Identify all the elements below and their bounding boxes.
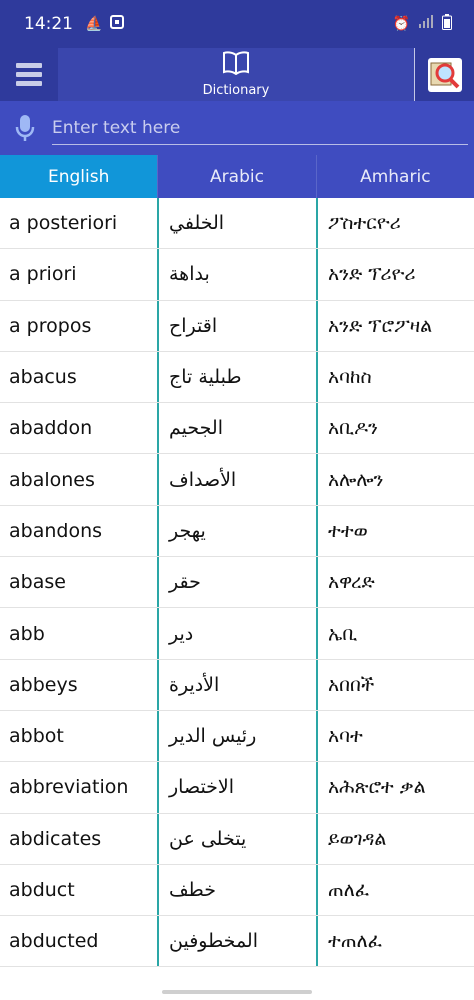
amharic-word: ፖስተርዮሪ xyxy=(316,198,474,249)
arabic-word: طبلية تاج xyxy=(157,351,316,403)
word-row[interactable]: abbot رئيس الدير አባተ xyxy=(0,710,474,763)
english-word: abduct xyxy=(9,879,75,901)
amharic-word: አሕጽሮተ ቃል xyxy=(316,762,474,813)
english-word: abalones xyxy=(9,468,95,491)
word-row[interactable]: a propos اقتراح አንድ ፕሮፖዛል xyxy=(0,300,474,352)
word-row[interactable]: a posteriori الخلفي ፖስተርዮሪ xyxy=(0,198,474,250)
amharic-word: አቢዶን xyxy=(316,403,474,454)
magnifier-book-icon xyxy=(427,57,462,92)
alarm-icon: ⏰ xyxy=(392,16,410,32)
search-row xyxy=(0,101,474,155)
tab-arabic[interactable]: Arabic xyxy=(157,155,315,198)
amharic-word: አንድ ፕሪዮሪ xyxy=(316,249,474,300)
amharic-word: ጠለፈ xyxy=(316,864,474,916)
english-word: abducted xyxy=(9,930,99,953)
arabic-word: حقر xyxy=(157,557,316,608)
battery-icon xyxy=(442,14,452,34)
english-word: a posteriori xyxy=(9,212,118,235)
amharic-word: አንድ ፕሮፖዛል xyxy=(316,300,474,351)
language-tabs: English Arabic Amharic xyxy=(0,155,474,198)
microphone-icon xyxy=(15,115,35,141)
amharic-word: ተጠለፈ xyxy=(316,916,474,967)
lookup-button[interactable] xyxy=(414,48,474,101)
arabic-word: الأصداف xyxy=(157,454,316,505)
english-word: abbreviation xyxy=(9,776,129,799)
arabic-word: الجحيم xyxy=(157,403,316,454)
word-row[interactable]: abaddon الجحيم አቢዶን xyxy=(0,403,474,455)
word-row[interactable]: abbeys الأديرة አበበች xyxy=(0,659,474,711)
word-row[interactable]: abdicates يتخلى عن ይወገዳል xyxy=(0,813,474,865)
word-row[interactable]: abase حقر አዋረድ xyxy=(0,557,474,609)
amharic-word: አበበች xyxy=(316,659,474,710)
word-list[interactable]: a posteriori الخلفي ፖስተርዮሪ a priori بداه… xyxy=(0,198,474,983)
status-bar: 14:21 ⛵ ⏰ xyxy=(0,0,474,48)
search-input[interactable] xyxy=(52,111,468,145)
dictionary-tab[interactable]: Dictionary xyxy=(58,48,414,101)
word-row[interactable]: abalones الأصداف አሎሎን xyxy=(0,454,474,506)
book-icon xyxy=(222,51,250,79)
app-bar: Dictionary xyxy=(0,48,474,101)
arabic-word: الاختصار xyxy=(157,762,316,813)
status-time: 14:21 xyxy=(24,14,73,34)
word-row[interactable]: abbreviation الاختصار አሕጽሮተ ቃል xyxy=(0,762,474,814)
menu-button[interactable] xyxy=(0,48,58,101)
amharic-word: አሎሎን xyxy=(316,454,474,505)
english-word: a propos xyxy=(9,314,92,337)
word-row[interactable]: a priori بداهة አንድ ፕሪዮሪ xyxy=(0,249,474,301)
arabic-word: يهجر xyxy=(157,505,316,557)
english-word: a priori xyxy=(9,263,77,286)
english-word: abase xyxy=(9,571,66,594)
word-row[interactable]: abducted المخطوفين ተጠለፈ xyxy=(0,916,474,968)
amharic-word: ተተወ xyxy=(316,505,474,557)
english-word: abandons xyxy=(9,519,103,542)
english-word: abbeys xyxy=(9,673,78,696)
status-right: ⏰ xyxy=(393,14,452,34)
arabic-word: المخطوفين xyxy=(157,916,316,967)
dictionary-title: Dictionary xyxy=(202,83,270,98)
tab-english[interactable]: English xyxy=(0,155,158,198)
english-word: abb xyxy=(9,622,45,645)
cast-icon xyxy=(110,15,125,33)
signal-icon xyxy=(418,15,434,33)
english-word: abbot xyxy=(9,725,64,748)
amharic-word: አዋረድ xyxy=(316,557,474,608)
arabic-word: خطف xyxy=(157,864,316,916)
english-word: abaddon xyxy=(9,417,93,440)
english-word: abacus xyxy=(9,366,77,389)
arabic-word: رئيس الدير xyxy=(157,710,316,762)
tab-amharic[interactable]: Amharic xyxy=(315,155,474,198)
arabic-word: بداهة xyxy=(157,249,316,300)
navigation-bar xyxy=(0,983,474,1000)
amharic-word: ኤቢ xyxy=(316,608,474,659)
english-word: abdicates xyxy=(9,827,102,850)
arabic-word: يتخلى عن xyxy=(157,813,316,864)
amharic-word: ይወገዳል xyxy=(316,813,474,864)
arabic-word: دير xyxy=(157,608,316,659)
word-row[interactable]: abb دير ኤቢ xyxy=(0,608,474,660)
word-row[interactable]: abandons يهجر ተተወ xyxy=(0,505,474,558)
boat-icon: ⛵ xyxy=(85,16,103,32)
arabic-word: اقتراح xyxy=(157,300,316,351)
home-gesture-handle[interactable] xyxy=(162,989,312,994)
mic-button[interactable] xyxy=(0,114,50,142)
arabic-word: الأديرة xyxy=(157,659,316,710)
word-row[interactable]: abacus طبلية تاج አባከስ xyxy=(0,351,474,404)
amharic-word: አባከስ xyxy=(316,351,474,403)
hamburger-menu-icon xyxy=(16,63,42,86)
amharic-word: አባተ xyxy=(316,710,474,762)
word-row[interactable]: abduct خطف ጠለፈ xyxy=(0,864,474,917)
arabic-word: الخلفي xyxy=(157,198,316,249)
